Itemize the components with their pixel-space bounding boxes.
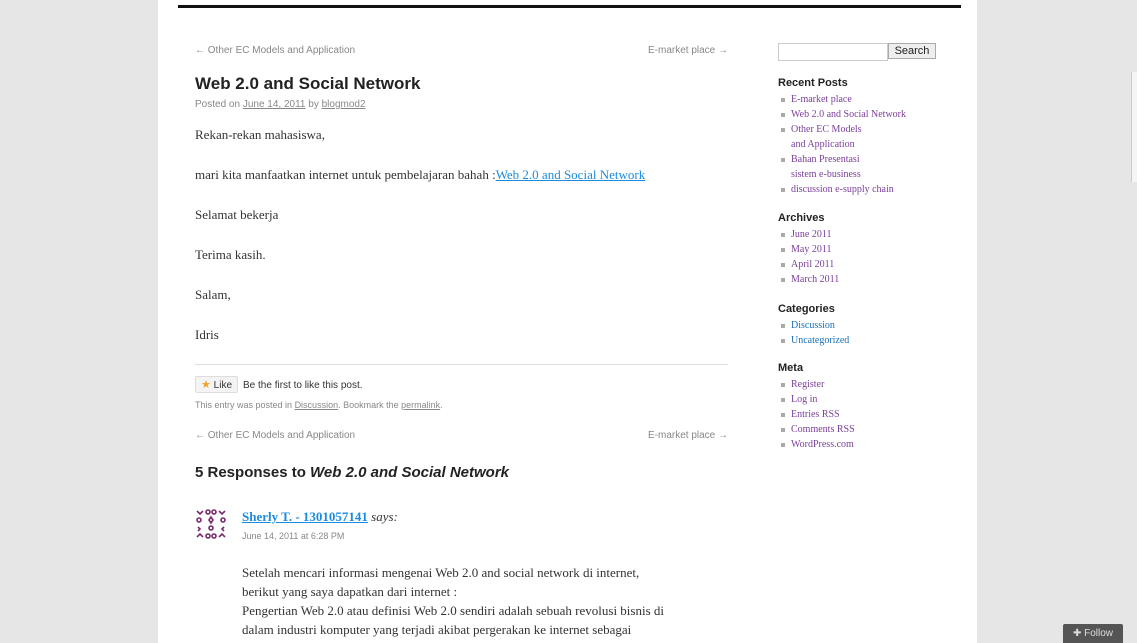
comment-line: Setelah mencari informasi mengenai Web 2… (242, 565, 640, 580)
entry-utility: This entry was posted in Discussion. Boo… (195, 400, 443, 410)
comment-line: dalam industri komputer yang terjadi aki… (242, 622, 632, 637)
recent-post-item-cont[interactable]: and Application (778, 137, 906, 152)
recent-post-item[interactable]: E-market place (778, 92, 906, 107)
permalink-link[interactable]: permalink (401, 400, 440, 410)
post-title: Web 2.0 and Social Network (195, 74, 421, 93)
archive-item[interactable]: April 2011 (778, 257, 839, 272)
comment-line: berikut yang saya dapatkan dari internet… (242, 584, 458, 599)
post-date-link[interactable]: June 14, 2011 (243, 99, 306, 110)
comment-line: Pengertian Web 2.0 atau definisi Web 2.0… (242, 603, 665, 618)
archives-title: Archives (778, 212, 825, 224)
meta-item[interactable]: Comments RSS (778, 422, 855, 437)
nav-previous-bottom[interactable]: ← Other EC Models and Application (195, 430, 355, 441)
recent-post-item-cont[interactable]: sistem e-business (778, 167, 906, 182)
nav-next-link[interactable]: E-market place → (648, 430, 728, 441)
categories-list: Discussion Uncategorized (778, 318, 849, 348)
like-label: Like (213, 380, 233, 391)
meta-title: Meta (778, 362, 804, 374)
category-link[interactable]: Discussion (295, 400, 339, 410)
recent-post-item[interactable]: discussion e-supply chain (778, 182, 906, 197)
post-author-link[interactable]: blogmod2 (322, 99, 366, 110)
archive-item[interactable]: May 2011 (778, 242, 839, 257)
meta-item[interactable]: Log in (778, 392, 855, 407)
nav-previous-link[interactable]: ← Other EC Models and Application (195, 45, 355, 56)
post-paragraph-4: Terima kasih. (195, 247, 266, 262)
like-text: Be the first to like this post. (243, 380, 363, 391)
post-paragraph-2: mari kita manfaatkan internet untuk pemb… (195, 167, 645, 183)
post-paragraph-3: Selamat bekerja (195, 207, 279, 222)
plus-icon: ✚ (1072, 628, 1082, 639)
comments-title: 5 Responses to Web 2.0 and Social Networ… (195, 464, 509, 481)
comment-author: Sherly T. - 1301057141 says: (242, 509, 398, 525)
recent-post-item[interactable]: Web 2.0 and Social Network (778, 107, 906, 122)
entry-prefix: This entry was posted in (195, 400, 293, 410)
post-paragraph-6: Idris (195, 327, 219, 342)
nav-next-top[interactable]: E-market place → (648, 45, 728, 56)
like-bar: ★ Like Be the first to like this post. (195, 364, 728, 393)
paragraph-text: mari kita manfaatkan internet untuk pemb… (195, 167, 496, 182)
meta-item[interactable]: Register (778, 377, 855, 392)
archives-list: June 2011 May 2011 April 2011 March 2011 (778, 227, 839, 287)
comment-author-link[interactable]: Sherly T. - 1301057141 (242, 509, 368, 524)
nav-next-bottom[interactable]: E-market place → (648, 430, 728, 441)
header-bar (178, 5, 961, 8)
entry-middle: . Bookmark the (338, 400, 399, 410)
nav-previous-top[interactable]: ← Other EC Models and Application (195, 45, 355, 56)
meta-item[interactable]: Entries RSS (778, 407, 855, 422)
meta-prefix: Posted on (195, 99, 241, 110)
meta-item[interactable]: WordPress.com (778, 437, 855, 452)
comment-date[interactable]: June 14, 2011 at 6:28 PM (242, 531, 344, 541)
category-item[interactable]: Discussion (778, 318, 849, 333)
recent-posts-list: E-market place Web 2.0 and Social Networ… (778, 92, 906, 197)
post-meta: Posted on June 14, 2011 by blogmod2 (195, 99, 366, 110)
meta-by: by (308, 99, 319, 110)
post-paragraph-5: Salam, (195, 287, 231, 302)
search-button[interactable]: Search (888, 43, 936, 59)
recent-post-item[interactable]: Bahan Presentasi (778, 152, 906, 167)
like-button[interactable]: ★ Like (195, 376, 239, 393)
search-input[interactable] (778, 43, 888, 61)
star-icon: ★ (201, 379, 211, 391)
categories-title: Categories (778, 303, 835, 315)
archive-item[interactable]: June 2011 (778, 227, 839, 242)
follow-label: Follow (1084, 628, 1114, 639)
meta-list: Register Log in Entries RSS Comments RSS… (778, 377, 855, 452)
recent-post-item[interactable]: Other EC Models (778, 122, 906, 137)
nav-previous-link[interactable]: ← Other EC Models and Application (195, 430, 355, 441)
avatar (196, 509, 226, 539)
archive-item[interactable]: March 2011 (778, 272, 839, 287)
comment-says: says: (371, 509, 398, 524)
category-item[interactable]: Uncategorized (778, 333, 849, 348)
entry-suffix: . (440, 400, 443, 410)
recent-posts-title: Recent Posts (778, 77, 848, 89)
post-paragraph-1: Rekan-rekan mahasiswa, (195, 127, 325, 142)
comment-body: Setelah mencari informasi mengenai Web 2… (242, 563, 742, 639)
web20-link[interactable]: Web 2.0 and Social Network (496, 167, 646, 182)
nav-next-link[interactable]: E-market place → (648, 45, 728, 56)
responses-post-title: Web 2.0 and Social Network (310, 464, 509, 481)
page-content: ← Other EC Models and Application E-mark… (158, 0, 977, 643)
responses-prefix: 5 Responses to (195, 464, 306, 481)
follow-button[interactable]: ✚ Follow (1063, 624, 1123, 643)
scrollbar[interactable] (1131, 72, 1137, 182)
